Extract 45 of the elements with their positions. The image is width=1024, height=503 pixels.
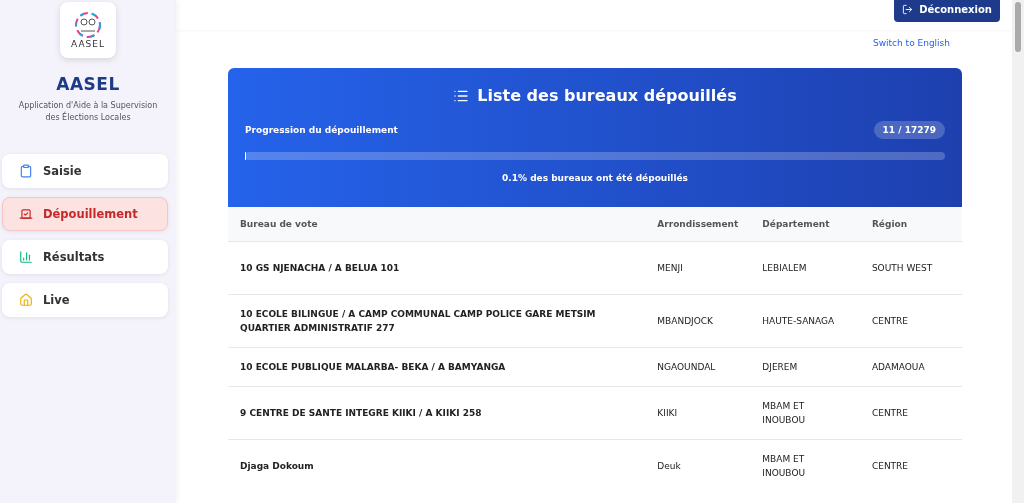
table-cell: LEBIALEM	[750, 241, 860, 295]
scrollbar-thumb[interactable]	[1015, 2, 1021, 52]
table-cell: 9 CENTRE DE SANTE INTEGRE KIIKI / A KIIKI 258	[228, 386, 646, 440]
table-cell: CENTRE	[859, 439, 962, 492]
nav-item[interactable]: Résultats	[2, 240, 168, 274]
scrollbar[interactable]	[1012, 0, 1024, 503]
logout-button[interactable]: Déconnexion	[894, 0, 1000, 22]
count-badge: 11 / 17279	[873, 121, 945, 139]
table-cell: Djaga Dokoum	[228, 439, 646, 492]
nav-item[interactable]: Live	[2, 283, 168, 317]
table-cell: MBANDJOCK	[645, 294, 751, 348]
table-cell: MBAM ET INOUBOU	[750, 386, 860, 440]
progress-caption: 0.1% des bureaux ont été dépouillés	[502, 173, 688, 183]
column-header: Arrondissement	[645, 207, 751, 242]
table-cell: Deuk	[645, 439, 751, 492]
logo-text: AASEL	[71, 39, 105, 49]
table-cell: 10 GS NJENACHA / A BELUA 101	[228, 241, 646, 295]
table-cell: CENTRE	[859, 386, 962, 440]
table-cell: ADAMAOUA	[859, 347, 962, 387]
language-link[interactable]: Switch to English	[873, 38, 950, 48]
app-name: AASEL	[56, 74, 120, 94]
nav-item[interactable]: Dépouillement	[2, 197, 168, 231]
ballot-icon	[19, 207, 33, 221]
column-header: Région	[859, 207, 962, 242]
app-subtitle: Application d'Aide à la Supervision des Élections Locales	[17, 100, 159, 124]
column-header: Bureau de vote	[228, 207, 646, 242]
bar-chart-icon	[19, 250, 33, 264]
table-cell: MBAM ET INOUBOU	[750, 439, 860, 492]
card-title: Liste des bureaux dépouillés	[477, 86, 737, 105]
table-cell: NGAOUNDAL	[645, 347, 751, 387]
nav-item[interactable]: Saisie	[2, 154, 168, 188]
table-cell: 10 ECOLE BILINGUE / A CAMP COMMUNAL CAMP POLICE GARE METSIM QUARTIER ADMINISTRATIF 277	[228, 294, 646, 348]
table-cell: HAUTE-SANAGA	[750, 294, 860, 348]
logout-icon	[902, 3, 914, 15]
table-cell: CENTRE	[859, 294, 962, 348]
table-cell: KIIKI	[645, 386, 751, 440]
column-header: Département	[750, 207, 860, 242]
table-cell: 10 ECOLE PUBLIQUE MALARBA- BEKA / A BAMYANGA	[228, 347, 646, 387]
progress-label: Progression du dépouillement	[245, 125, 398, 135]
table-cell: SOUTH WEST	[859, 241, 962, 295]
table-cell: DJEREM	[750, 347, 860, 387]
clipboard-icon	[19, 164, 33, 178]
logo-emblem-icon	[74, 11, 102, 39]
home-icon	[19, 293, 33, 307]
table-cell: MENJI	[645, 241, 751, 295]
